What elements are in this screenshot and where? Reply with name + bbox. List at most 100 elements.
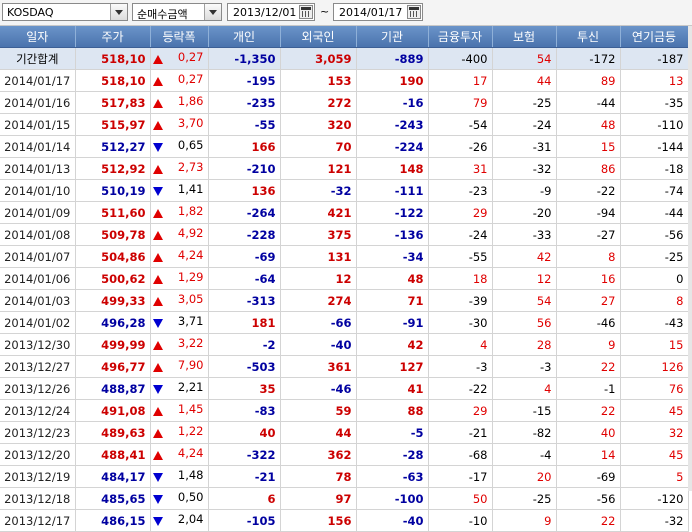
- column-header-financial-investment[interactable]: 금융투자: [428, 26, 493, 48]
- date-range-separator: ~: [320, 5, 330, 18]
- cell-pension-fund: 76: [620, 377, 689, 400]
- cell-institution: -889: [356, 47, 429, 70]
- table-row[interactable]: 2013/12/26 488,87 2,21 35 -46 41 -22 4 -1 76: [0, 377, 689, 400]
- cell-pension-fund: -44: [620, 201, 689, 224]
- triangle-up-icon: [152, 341, 163, 350]
- cell-date: 2014/01/17: [0, 69, 76, 92]
- cell-date: 2013/12/30: [0, 333, 76, 356]
- metric-select[interactable]: 순매수금액: [132, 3, 222, 21]
- cell-change-value: 3,05: [177, 292, 204, 306]
- table-row[interactable]: 2014/01/15 515,97 3,70 -55 320 -243 -54 -24 48 -1…: [0, 113, 689, 136]
- triangle-up-icon: [152, 231, 163, 240]
- cell-investment-trust: 9: [556, 333, 621, 356]
- column-header-change[interactable]: 등락폭: [150, 26, 209, 48]
- cell-change: 1,82: [150, 201, 209, 224]
- column-header-insurance[interactable]: 보험: [492, 26, 557, 48]
- cell-individual: 136: [208, 179, 281, 202]
- table-row[interactable]: 2013/12/19 484,17 1,48 -21 78 -63 -17 20 -69 5: [0, 465, 689, 488]
- cell-pension-fund: -56: [620, 223, 689, 246]
- cell-individual: 35: [208, 377, 281, 400]
- cell-pension-fund: 45: [620, 443, 689, 466]
- cell-investment-trust: 15: [556, 135, 621, 158]
- cell-financial-investment: 17: [428, 69, 493, 92]
- table-row[interactable]: 2013/12/17 486,15 2,04 -105 156 -40 -10 9 22 -32: [0, 509, 689, 532]
- cell-individual: -228: [208, 223, 281, 246]
- cell-price: 499,99: [75, 333, 151, 356]
- cell-investment-trust: 14: [556, 443, 621, 466]
- table-row[interactable]: 2014/01/14 512,27 0,65 166 70 -224 -26 -31 15 -14…: [0, 135, 689, 158]
- toolbar: KOSDAQ 순매수금액 2013/12/01 ~ 2014/01/17: [0, 0, 692, 26]
- cell-investment-trust: 22: [556, 399, 621, 422]
- cell-price: 496,77: [75, 355, 151, 378]
- date-to-field[interactable]: 2014/01/17: [333, 3, 423, 21]
- column-header-pension-fund[interactable]: 연기금등: [620, 26, 689, 48]
- table-row[interactable]: 2013/12/20 488,41 4,24 -322 362 -28 -68 -4 14 45: [0, 443, 689, 466]
- cell-change: 2,21: [150, 377, 209, 400]
- table-row[interactable]: 2014/01/03 499,33 3,05 -313 274 71 -39 54 27 8: [0, 289, 689, 312]
- cell-institution: 148: [356, 157, 429, 180]
- cell-investment-trust: 27: [556, 289, 621, 312]
- cell-change: 1,29: [150, 267, 209, 290]
- triangle-up-icon: [152, 77, 163, 86]
- calendar-icon[interactable]: [299, 5, 313, 19]
- triangle-down-icon: [152, 187, 163, 196]
- vertical-scrollbar[interactable]: [688, 26, 692, 491]
- triangle-up-icon: [152, 253, 163, 262]
- triangle-down-icon: [152, 517, 163, 526]
- column-header-price[interactable]: 주가: [75, 26, 151, 48]
- table-row[interactable]: 2013/12/23 489,63 1,22 40 44 -5 -21 -82 40 32: [0, 421, 689, 444]
- cell-financial-investment: -68: [428, 443, 493, 466]
- cell-insurance: -4: [492, 443, 557, 466]
- cell-price: 518,10: [75, 47, 151, 70]
- cell-pension-fund: -18: [620, 157, 689, 180]
- cell-institution: 127: [356, 355, 429, 378]
- table-row[interactable]: 2014/01/09 511,60 1,82 -264 421 -122 29 -20 -94-…: [0, 201, 689, 224]
- cell-change-value: 1,29: [177, 270, 204, 284]
- cell-change-value: 2,73: [177, 160, 204, 174]
- column-header-foreign[interactable]: 외국인: [280, 26, 357, 48]
- table-row[interactable]: 2014/01/06 500,62 1,29 -64 12 48 18 12 16 0: [0, 267, 689, 290]
- triangle-up-icon: [152, 55, 163, 64]
- table-row[interactable]: 2014/01/17 518,10 0,27 -195 153 190 17 44 89 13: [0, 69, 689, 92]
- cell-pension-fund: 0: [620, 267, 689, 290]
- cell-change-value: 0,27: [177, 50, 204, 64]
- calendar-icon[interactable]: [407, 5, 421, 19]
- table-row[interactable]: 2014/01/02 496,28 3,71 181 -66 -91 -30 56 -46 -43: [0, 311, 689, 334]
- triangle-up-icon: [152, 209, 163, 218]
- cell-financial-investment: -17: [428, 465, 493, 488]
- cell-financial-investment: -30: [428, 311, 493, 334]
- cell-price: 512,27: [75, 135, 151, 158]
- column-header-date[interactable]: 일자: [0, 26, 76, 48]
- table-row[interactable]: 2014/01/16 517,83 1,86 -235 272 -16 79 -25 -44 -3…: [0, 91, 689, 114]
- cell-financial-investment: -400: [428, 47, 493, 70]
- triangle-up-icon: [152, 275, 163, 284]
- table-row[interactable]: 2014/01/10 510,19 1,41 136 -32 -111 -23 -9 -22 -7…: [0, 179, 689, 202]
- cell-foreign: -40: [280, 333, 357, 356]
- triangle-down-icon: [152, 143, 163, 152]
- date-from-field[interactable]: 2013/12/01: [227, 3, 315, 21]
- chevron-down-icon[interactable]: [110, 4, 127, 20]
- table-row[interactable]: 2013/12/27 496,77 7,90 -503 361 127 -3 -3 22 126: [0, 355, 689, 378]
- cell-individual: -64: [208, 267, 281, 290]
- column-header-institution[interactable]: 기관: [356, 26, 429, 48]
- table-row-period-total[interactable]: 기간합계 518,10 0,27 -1,350 3,059 -889 -400 54 -172-…: [0, 47, 689, 70]
- cell-investment-trust: 48: [556, 113, 621, 136]
- chevron-down-icon[interactable]: [204, 4, 221, 20]
- table-row[interactable]: 2013/12/30 499,99 3,22 -2 -40 42 4 28 9 15: [0, 333, 689, 356]
- cell-foreign: -32: [280, 179, 357, 202]
- cell-change-value: 1,86: [177, 94, 204, 108]
- table-row[interactable]: 2014/01/08 509,78 4,92 -228 375 -136 -24 -33 -27…: [0, 223, 689, 246]
- cell-foreign: 320: [280, 113, 357, 136]
- cell-individual: -1,350: [208, 47, 281, 70]
- column-header-investment-trust[interactable]: 투신: [556, 26, 621, 48]
- table-row[interactable]: 2014/01/13 512,92 2,73 -210 121 148 31 -32 86 -18: [0, 157, 689, 180]
- column-header-individual[interactable]: 개인: [208, 26, 281, 48]
- table-row[interactable]: 2014/01/07 504,86 4,24 -69 131 -34 -55 42 8 -25: [0, 245, 689, 268]
- cell-financial-investment: 31: [428, 157, 493, 180]
- market-select[interactable]: KOSDAQ: [2, 3, 128, 21]
- cell-institution: -122: [356, 201, 429, 224]
- table-row[interactable]: 2013/12/24 491,08 1,45 -83 59 88 29 -15 22 45: [0, 399, 689, 422]
- cell-pension-fund: -74: [620, 179, 689, 202]
- cell-change: 1,22: [150, 421, 209, 444]
- cell-investment-trust: -22: [556, 179, 621, 202]
